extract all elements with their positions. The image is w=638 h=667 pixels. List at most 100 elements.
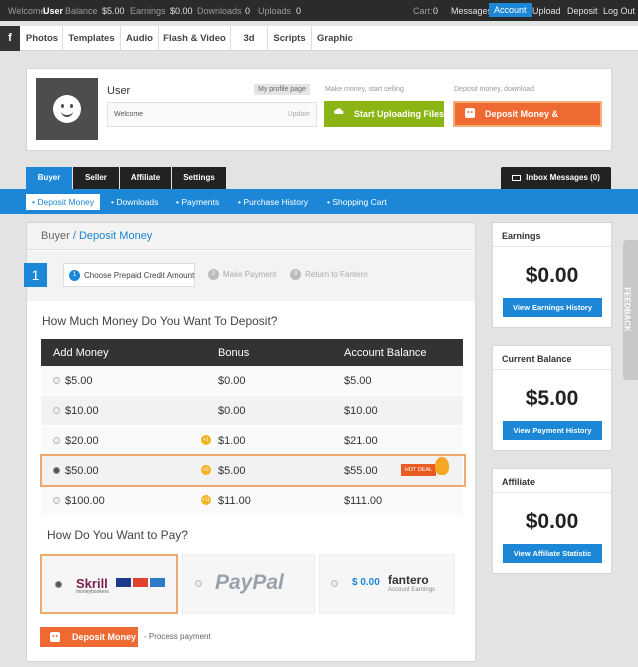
subnav-purchase-history[interactable]: • Purchase History	[232, 194, 314, 210]
cat-flash-video[interactable]: Flash & Video	[159, 26, 231, 51]
pay-option-paypal[interactable]: PayPal	[182, 554, 315, 614]
cat-photos[interactable]: Photos	[22, 26, 63, 51]
deposit-row[interactable]: $20.00 +1 $1.00 $21.00	[41, 426, 463, 456]
skrill-radio[interactable]	[55, 581, 62, 588]
uploads-value: 0	[296, 6, 302, 16]
smiley-icon	[465, 108, 475, 118]
profile-name: User	[107, 85, 131, 97]
pay-option-fantero[interactable]: $ 0.00 fantero Account Earnings	[319, 554, 455, 614]
downloads-value: 0	[245, 6, 251, 16]
current-balance-card: Current Balance $5.00 View Payment Histo…	[492, 345, 612, 451]
fantero-logo[interactable]: f	[0, 26, 20, 51]
cart-label[interactable]: Cart:	[413, 6, 433, 16]
step-make-payment: 2 Make Payment	[203, 263, 276, 287]
earnings-value: $0.00	[170, 6, 193, 16]
nav-messages[interactable]: Messages	[451, 6, 492, 16]
balance-value: $5.00	[102, 6, 125, 16]
welcome-box: Welcome Update	[107, 102, 317, 127]
deposit-hint: Deposit money, download	[454, 86, 535, 93]
tab-affiliate[interactable]: Affiliate	[120, 167, 171, 189]
my-profile-link[interactable]: My profile page	[254, 84, 310, 95]
tab-seller[interactable]: Seller	[73, 167, 119, 189]
paypal-logo: PayPal	[215, 571, 284, 594]
row-amount: $100.00	[65, 495, 105, 507]
amount-radio[interactable]	[53, 377, 60, 384]
breadcrumb-sep: /	[72, 230, 76, 242]
subnav-shopping-cart[interactable]: • Shopping Cart	[321, 194, 393, 210]
subnav-downloads-label: Downloads	[116, 197, 159, 207]
earnings-label: Earnings	[130, 6, 166, 16]
subnav-downloads[interactable]: • Downloads	[105, 194, 164, 210]
amount-radio[interactable]	[53, 407, 60, 414]
deposit-row[interactable]: $100.00 +11 $11.00 $111.00	[41, 486, 463, 516]
step-3-num: 3	[290, 269, 301, 280]
deposit-money-button[interactable]: Deposit Money	[40, 627, 138, 647]
view-affiliate-statistic-button[interactable]: View Affiliate Statistic	[503, 544, 602, 563]
amount-radio[interactable]	[53, 437, 60, 444]
row-balance: $10.00	[344, 405, 378, 417]
cat-scripts[interactable]: Scripts	[268, 26, 312, 51]
profile-panel: User My profile page Welcome Update Make…	[26, 68, 612, 151]
step-choose-amount: 1 Choose Prepaid Credit Amount	[63, 263, 195, 287]
tab-settings[interactable]: Settings	[172, 167, 226, 189]
amount-radio[interactable]	[53, 497, 60, 504]
uploads-label: Uploads	[258, 6, 292, 16]
subnav-deposit-money[interactable]: • Deposit Money	[26, 194, 101, 210]
nav-account[interactable]: Account	[489, 3, 532, 17]
start-uploading-button[interactable]: Start Uploading Files	[324, 101, 444, 127]
cat-3d[interactable]: 3d	[231, 26, 268, 51]
paypal-radio[interactable]	[195, 580, 202, 587]
affiliate-amount: $0.00	[525, 510, 579, 533]
cat-audio[interactable]: Audio	[121, 26, 159, 51]
balance-label: Balance	[65, 6, 98, 16]
earnings-title: Earnings	[502, 231, 541, 241]
cat-templates[interactable]: Templates	[63, 26, 121, 51]
view-earnings-history-button[interactable]: View Earnings History	[503, 298, 602, 317]
deposit-download-label: Deposit Money & Download	[485, 109, 559, 141]
avatar[interactable]	[36, 78, 98, 140]
deposit-money-label: Deposit Money	[72, 632, 137, 642]
affiliate-title: Affiliate	[502, 477, 536, 487]
update-link[interactable]: Update	[287, 111, 310, 118]
cat-graphic[interactable]: Graphic	[312, 26, 358, 51]
divider	[493, 246, 611, 247]
inbox-messages-button[interactable]: Inbox Messages (0)	[501, 167, 611, 189]
balance-amount: $5.00	[525, 387, 579, 410]
divider	[493, 369, 611, 370]
nav-upload[interactable]: Upload	[532, 6, 561, 16]
stepper: 1 1 Choose Prepaid Credit Amount 2 Make Pa…	[24, 251, 475, 301]
fantero-radio[interactable]	[331, 580, 338, 587]
username[interactable]: User	[43, 6, 63, 16]
deposit-download-button[interactable]: Deposit Money & Download	[453, 101, 602, 141]
nav-deposit[interactable]: Deposit	[567, 6, 598, 16]
breadcrumb-root[interactable]: Buyer	[41, 230, 70, 242]
row-bonus: $1.00	[218, 435, 246, 447]
view-payment-history-button[interactable]: View Payment History	[503, 421, 602, 440]
nav-logout[interactable]: Log Out	[603, 6, 635, 16]
smiley-icon	[53, 95, 81, 123]
row-bonus: $11.00	[218, 495, 251, 507]
feedback-label: FEEDBACK	[622, 287, 632, 332]
top-bar: Welcome User Balance $5.00 Earnings $0.0…	[0, 0, 638, 21]
tab-buyer[interactable]: Buyer	[26, 167, 72, 189]
pay-option-skrill[interactable]: Skrill moneybookers	[40, 554, 178, 614]
step-return: 3 Return to Fantero	[285, 263, 368, 287]
bonus-coin-icon: +1	[201, 435, 211, 445]
row-balance: $5.00	[344, 375, 372, 387]
step-1-num: 1	[69, 270, 80, 281]
mastercard-icon	[133, 578, 148, 587]
subnav-payments[interactable]: • Payments	[170, 194, 225, 210]
step-1-label: Choose Prepaid Credit Amount	[84, 271, 195, 280]
hot-deal-badge: HOT DEAL	[401, 464, 436, 476]
welcome-text: Welcome	[114, 111, 144, 118]
affiliate-card: Affiliate $0.00 View Affiliate Statistic	[492, 468, 612, 574]
fantero-sub: Account Earnings	[388, 587, 436, 593]
welcome-label: Welcome	[8, 6, 46, 16]
row-bonus: $0.00	[218, 375, 246, 387]
fantero-amount: $ 0.00	[352, 577, 380, 588]
feedback-tab[interactable]: FEEDBACK	[623, 240, 638, 380]
deposit-row[interactable]: $5.00 $0.00 $5.00	[41, 366, 463, 396]
subnav-shopping-cart-label: Shopping Cart	[332, 197, 387, 207]
deposit-row[interactable]: $10.00 $0.00 $10.00	[41, 396, 463, 426]
bonus-coin-icon: +11	[201, 495, 211, 505]
